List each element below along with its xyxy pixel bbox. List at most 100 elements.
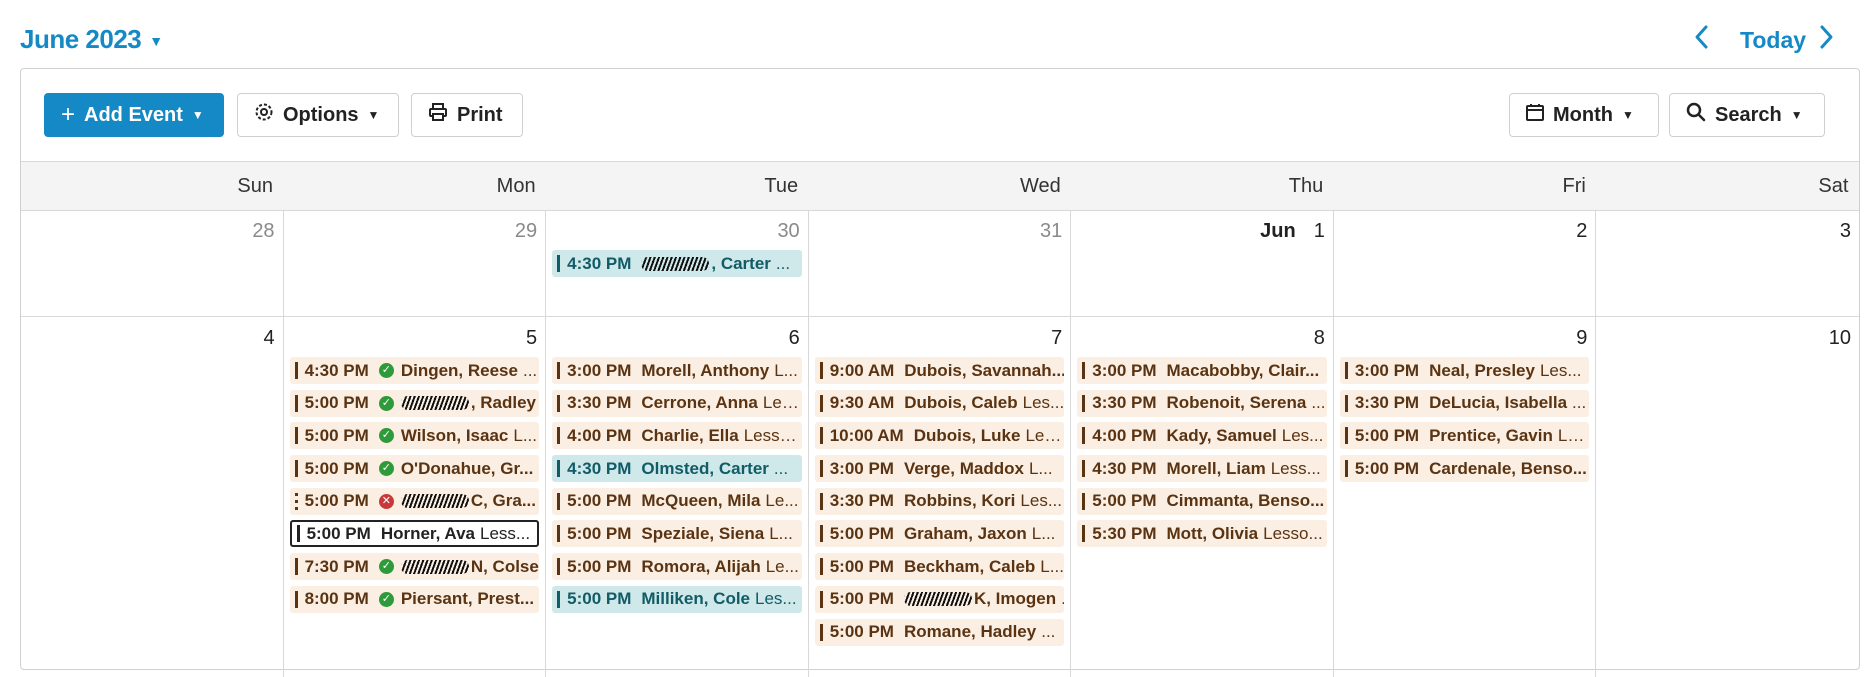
caret-down-icon: ▼ bbox=[367, 108, 380, 122]
check-circle-icon: ✓ bbox=[378, 591, 394, 607]
calendar-event[interactable]: 8:00 PM ✓ Piersant, Prest... bbox=[289, 585, 540, 613]
day-number-value: 30 bbox=[777, 220, 800, 242]
day-cell[interactable]: Jun 1 bbox=[1071, 210, 1334, 316]
calendar-event[interactable]: 9:00 AM Dubois, Savannah... bbox=[814, 357, 1065, 384]
redaction-scribble bbox=[641, 256, 710, 271]
calendar-event[interactable]: 4:00 PM Charlie, Ella Lesso... bbox=[552, 422, 802, 450]
calendar-event[interactable]: 10:00 AM Dubois, Luke Les... bbox=[814, 422, 1065, 450]
calendar-event[interactable]: 5:00 PM Romora, Alijah Le... bbox=[552, 553, 802, 581]
calendar-event[interactable]: 7:30 PM ✓ N, Colse... bbox=[289, 553, 540, 581]
day-number: 5 bbox=[526, 327, 537, 350]
next-month-button[interactable] bbox=[1818, 24, 1834, 57]
previous-month-button[interactable] bbox=[1694, 24, 1710, 57]
calendar-event[interactable]: 5:00 PM K, Imogen... bbox=[814, 585, 1065, 613]
day-number-value: 2 bbox=[1576, 220, 1588, 242]
calendar-event[interactable]: 4:30 PM Morell, Liam Less... bbox=[1077, 455, 1327, 483]
calendar-event[interactable]: 5:00 PM Speziale, Siena L... bbox=[552, 520, 802, 548]
calendar-event[interactable]: 4:30 PM , Carter... bbox=[552, 250, 802, 277]
calendar-event[interactable]: 3:30 PM Cerrone, AnnaLess... bbox=[552, 389, 802, 417]
calendar-event[interactable]: 3:00 PM Neal, Presley Les... bbox=[1339, 357, 1590, 384]
day-number: 2 bbox=[1576, 220, 1587, 243]
day-cell[interactable]: 10 bbox=[1596, 317, 1859, 677]
event-time: 5:00 PM bbox=[304, 425, 369, 445]
event-color-bar bbox=[819, 460, 823, 478]
calendar-event[interactable]: 5:00 PM ✕ C, Gra... bbox=[289, 487, 540, 515]
day-cell[interactable]: 5 4:30 PM ✓ Dingen, Reese... 5:00 PM ✓ , Radle… bbox=[284, 317, 547, 677]
event-color-bar bbox=[819, 590, 823, 608]
event-description: ... bbox=[1572, 393, 1587, 413]
event-color-bar bbox=[294, 558, 298, 576]
calendar-event[interactable]: 5:30 PM Mott, Olivia Lesso... bbox=[1077, 520, 1327, 548]
event-description: L... bbox=[1031, 523, 1056, 543]
calendar-event[interactable]: 5:00 PM Prentice, GavinLes... bbox=[1339, 422, 1590, 450]
calendar-event[interactable]: 5:00 PM✓, RadleyL... bbox=[289, 389, 540, 417]
calendar-event[interactable]: 9:30 AM Dubois, Caleb Les... bbox=[814, 389, 1065, 417]
calendar-event[interactable]: 5:00 PM Horner, Ava Less... bbox=[289, 520, 540, 548]
calendar-event[interactable]: 3:00 PM Verge, Maddox L... bbox=[814, 455, 1065, 483]
print-label: Print bbox=[457, 103, 503, 126]
event-description: Lesso... bbox=[1263, 523, 1323, 543]
calendar-event[interactable]: 5:00 PM Graham, Jaxon L... bbox=[814, 520, 1065, 548]
calendar-event[interactable]: 5:00 PM Cardenale, Benso... bbox=[1339, 455, 1590, 483]
day-cell[interactable]: 29 bbox=[284, 210, 547, 316]
day-number-value: 29 bbox=[514, 220, 538, 242]
event-color-bar bbox=[819, 623, 823, 641]
event-student-name: Mott, Olivia bbox=[1166, 523, 1259, 543]
day-cell[interactable]: 4 bbox=[21, 317, 284, 677]
event-color-bar bbox=[1082, 460, 1086, 478]
event-description: Les... bbox=[1281, 425, 1324, 445]
day-cell[interactable]: 6 3:00 PM Morell, Anthony L... 3:30 PM Cerron… bbox=[546, 317, 809, 677]
print-button[interactable]: Print bbox=[411, 93, 523, 137]
event-student-name: Verge, Maddox bbox=[903, 458, 1024, 478]
calendar-event[interactable]: 4:30 PM ✓ Dingen, Reese... bbox=[289, 357, 540, 384]
day-number-value: 7 bbox=[1051, 327, 1063, 349]
event-color-bar bbox=[1082, 525, 1086, 543]
calendar-event[interactable]: 4:30 PM Olmsted, Carter... bbox=[552, 455, 802, 483]
day-cell[interactable]: 30 4:30 PM , Carter... bbox=[546, 210, 809, 316]
event-description: Les... bbox=[1020, 491, 1062, 511]
day-cell[interactable]: 9 3:00 PM Neal, Presley Les... 3:30 PM DeLuci… bbox=[1334, 317, 1597, 677]
event-student-name: Dubois, Savannah... bbox=[904, 360, 1065, 380]
calendar-event[interactable]: 5:00 PM ✓ O'Donahue, Gr... bbox=[289, 455, 540, 483]
day-cell[interactable]: 2 bbox=[1334, 210, 1597, 316]
calendar-event[interactable]: 5:00 PM ✓ Wilson, Isaac L... bbox=[289, 422, 540, 450]
event-student-name: , Carter bbox=[711, 253, 771, 273]
event-color-bar bbox=[819, 525, 823, 543]
calendar-event[interactable]: 5:00 PM McQueen, Mila Le... bbox=[552, 487, 802, 515]
event-time: 5:30 PM bbox=[1092, 523, 1157, 543]
calendar-event[interactable]: 5:00 PM Beckham, Caleb L... bbox=[814, 553, 1065, 581]
add-event-button[interactable]: + Add Event ▼ bbox=[44, 93, 224, 137]
event-description: ... bbox=[775, 253, 791, 273]
event-time: 5:00 PM bbox=[304, 458, 369, 478]
plus-icon: + bbox=[61, 101, 76, 128]
event-list: 4:30 PM ✓ Dingen, Reese... 5:00 PM ✓ , Radley… bbox=[289, 357, 540, 619]
weekday-header-tue: Tue bbox=[764, 175, 799, 197]
day-cell[interactable]: 8 3:00 PM Macabobby, Clair... 3:30 PM Robeno… bbox=[1071, 317, 1334, 677]
calendar-event[interactable]: 3:30 PM DeLucia, Isabella... bbox=[1339, 389, 1590, 417]
calendar-event[interactable]: 4:00 PM Kady, Samuel Les... bbox=[1077, 422, 1327, 450]
event-list: 3:00 PM Macabobby, Clair... 3:30 PM Robenoi… bbox=[1077, 357, 1327, 553]
today-button[interactable]: Today bbox=[1740, 27, 1806, 54]
event-student-name: , Radley bbox=[470, 393, 537, 413]
day-cell[interactable]: 7 9:00 AM Dubois, Savannah... 9:30 AM Dubois… bbox=[809, 317, 1072, 677]
calendar-event[interactable]: 3:00 PM Morell, Anthony L... bbox=[552, 357, 802, 384]
search-button[interactable]: Search ▼ bbox=[1669, 93, 1825, 137]
calendar-event[interactable]: 3:30 PM Robbins, Kori Les... bbox=[814, 487, 1065, 515]
day-cell[interactable]: 31 bbox=[809, 210, 1072, 316]
event-color-bar bbox=[1082, 394, 1086, 412]
calendar-event[interactable]: 3:00 PM Macabobby, Clair... bbox=[1077, 357, 1327, 384]
calendar-event[interactable]: 5:00 PM Milliken, Cole Les... bbox=[552, 585, 802, 613]
day-cell[interactable]: 28 bbox=[21, 210, 284, 316]
calendar-event[interactable]: 5:00 PM Romane, Hadley... bbox=[814, 618, 1065, 646]
day-number-value: 28 bbox=[252, 220, 275, 242]
event-student-name: Dubois, Luke bbox=[913, 425, 1021, 445]
view-label: Month bbox=[1553, 103, 1613, 126]
calendar-event[interactable]: 5:00 PM Cimmanta, Benso... bbox=[1077, 487, 1327, 515]
month-selector[interactable]: June 2023 ▼ bbox=[20, 24, 163, 55]
view-selector-button[interactable]: Month ▼ bbox=[1509, 93, 1659, 137]
chevron-right-icon bbox=[1820, 25, 1833, 49]
options-button[interactable]: Options ▼ bbox=[237, 93, 399, 137]
day-cell[interactable]: 3 bbox=[1596, 210, 1859, 316]
calendar-event[interactable]: 3:30 PM Robenoit, Serena... bbox=[1077, 389, 1327, 417]
event-student-name: Romane, Hadley bbox=[903, 622, 1037, 641]
